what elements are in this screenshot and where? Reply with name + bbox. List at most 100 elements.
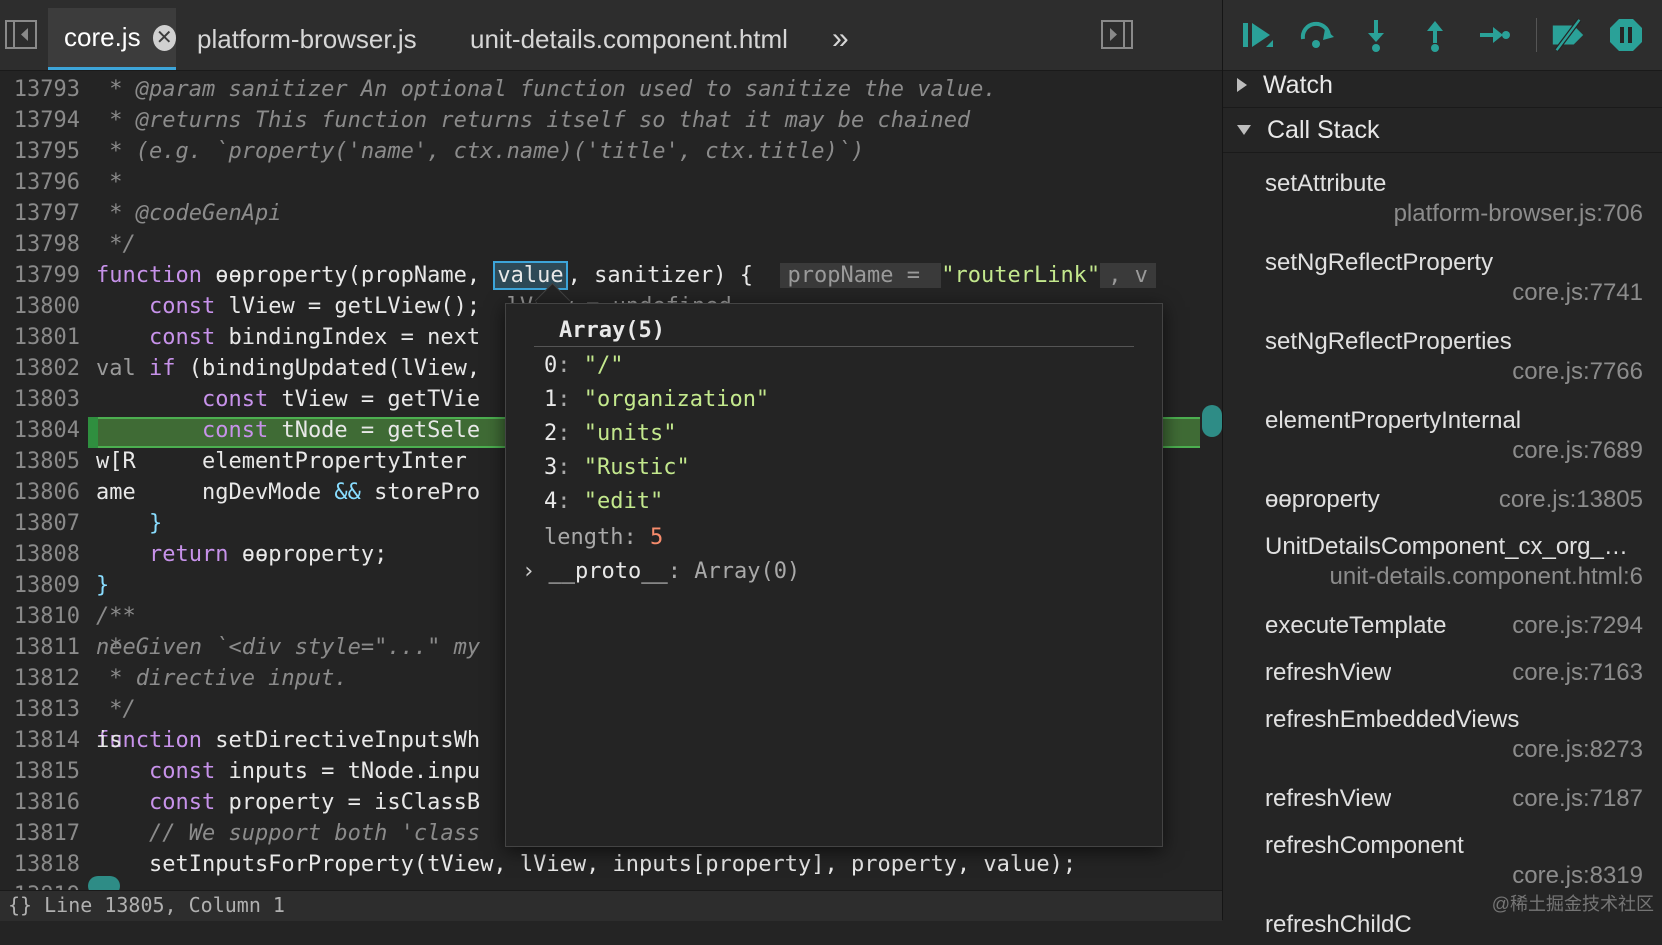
line-number[interactable]: 13816	[0, 787, 80, 818]
code-token: // We support both 'class	[96, 821, 481, 846]
length-value: 5	[649, 525, 664, 550]
line-number[interactable]: 13818	[0, 849, 80, 880]
proto-key: __proto__	[548, 559, 668, 584]
more-tabs-icon[interactable]: »	[832, 8, 849, 70]
code-line: function ɵɵproperty(propName, value, san…	[96, 260, 1156, 291]
array-item[interactable]: 3: "Rustic"	[544, 455, 690, 480]
length-row: length: 5	[544, 525, 664, 550]
array-item[interactable]: 0: "/"	[544, 353, 624, 378]
callstack-frame[interactable]: UnitDetailsComponent_cx_org_… unit-detail…	[1223, 523, 1662, 593]
tab-core-js[interactable]: core.js ✕	[48, 8, 176, 70]
line-number[interactable]: 13810	[0, 601, 80, 632]
array-value: "organization"	[583, 387, 770, 412]
line-number[interactable]: 13814	[0, 725, 80, 756]
popover-title: Array(5)	[559, 318, 665, 343]
callstack-frame[interactable]: refreshView core.js:7163	[1223, 649, 1662, 693]
proto-row[interactable]: › __proto__: Array(0)	[522, 559, 800, 584]
callstack-frame[interactable]: ɵɵproperty core.js:13805	[1223, 476, 1662, 520]
line-number[interactable]: 13793	[0, 74, 80, 105]
vertical-scrollbar-thumb[interactable]	[1202, 405, 1222, 437]
expand-chevron-icon[interactable]: ›	[522, 559, 535, 584]
callstack-frame[interactable]: refreshEmbeddedViews core.js:8273	[1223, 696, 1662, 766]
step-icon[interactable]	[1475, 16, 1513, 54]
code-token: tView = getTVie	[268, 387, 481, 412]
popover-divider	[534, 346, 1134, 347]
line-number[interactable]: 13803	[0, 384, 80, 415]
array-item[interactable]: 2: "units"	[544, 421, 676, 446]
code-token: tNode = getSele	[268, 418, 481, 443]
line-number[interactable]: 13806	[0, 477, 80, 508]
line-number[interactable]: 13800	[0, 291, 80, 322]
code-token: *	[96, 170, 123, 195]
line-number[interactable]: 13807	[0, 508, 80, 539]
pause-on-exceptions-icon[interactable]	[1607, 16, 1645, 54]
callstack-frame[interactable]: setAttribute platform-browser.js:706	[1223, 160, 1662, 230]
array-item[interactable]: 1: "organization"	[544, 387, 769, 412]
line-number[interactable]: 13795	[0, 136, 80, 167]
code-token: property = isClassB	[215, 790, 481, 815]
array-item[interactable]: 4: "edit"	[544, 489, 663, 514]
callstack-frame[interactable]: executeTemplate core.js:7294	[1223, 602, 1662, 646]
toggle-navigator-icon[interactable]	[4, 18, 40, 52]
line-number[interactable]: 13802	[0, 353, 80, 384]
tab-unit-details-component-html[interactable]: unit-details.component.html	[470, 8, 788, 70]
line-number[interactable]: 13798	[0, 229, 80, 260]
line-number[interactable]: 13811	[0, 632, 80, 663]
line-number[interactable]: 13796	[0, 167, 80, 198]
watch-section-header[interactable]: Watch	[1223, 63, 1662, 108]
line-number[interactable]: 13799	[0, 260, 80, 291]
line-number[interactable]: 13794	[0, 105, 80, 136]
close-icon[interactable]: ✕	[152, 24, 176, 51]
code-token: , sanitizer) {	[567, 263, 780, 288]
code-token: * @returns This function returns itself …	[96, 108, 971, 133]
step-over-icon[interactable]	[1298, 16, 1336, 54]
callstack-frame[interactable]: elementPropertyInternal core.js:7689	[1223, 397, 1662, 467]
line-number[interactable]: 13805	[0, 446, 80, 477]
code-token: , v	[1100, 263, 1156, 288]
line-number[interactable]: 13817	[0, 818, 80, 849]
deactivate-breakpoints-icon[interactable]	[1549, 16, 1587, 54]
step-into-icon[interactable]	[1357, 16, 1395, 54]
line-number[interactable]: 13797	[0, 198, 80, 229]
array-value: "units"	[583, 421, 677, 446]
line-number[interactable]: 13813	[0, 694, 80, 725]
code-line: *	[96, 167, 123, 198]
frame-location: platform-browser.js:706	[1393, 200, 1643, 227]
callstack-frame[interactable]: setNgReflectProperties core.js:7766	[1223, 318, 1662, 388]
line-number[interactable]: 13812	[0, 663, 80, 694]
code-token: }	[96, 511, 163, 536]
line-number[interactable]: 13815	[0, 756, 80, 787]
code-token: const	[148, 325, 216, 350]
code-token: return	[148, 542, 229, 567]
code-token: * @param sanitizer An optional function …	[96, 77, 997, 102]
array-index: 2	[544, 421, 558, 446]
line-number[interactable]: 13809	[0, 570, 80, 601]
code-token: propName =	[779, 263, 942, 288]
code-line: * @returns This function returns itself …	[96, 105, 970, 136]
toggle-debugger-icon[interactable]	[1100, 18, 1136, 52]
expanded-triangle-icon	[1237, 125, 1251, 135]
array-index: 1	[544, 387, 558, 412]
code-token: const	[148, 790, 216, 815]
code-token: */	[96, 232, 136, 257]
callstack-frame[interactable]: refreshComponent core.js:8319	[1223, 822, 1662, 892]
code-token: const	[201, 418, 269, 443]
code-line: * @param sanitizer An optional function …	[96, 74, 997, 105]
callstack-label: Call Stack	[1267, 115, 1380, 144]
line-number[interactable]: 13804	[0, 415, 80, 446]
callstack-frame[interactable]: refreshView core.js:7187	[1223, 775, 1662, 819]
code-token: */	[96, 697, 136, 722]
frame-function-name: UnitDetailsComponent_cx_org_…	[1265, 533, 1628, 560]
step-out-icon[interactable]	[1416, 16, 1454, 54]
tab-label: core.js	[64, 22, 141, 52]
callstack-frame[interactable]: setNgReflectProperty core.js:7741	[1223, 239, 1662, 309]
tab-platform-browser-js[interactable]: platform-browser.js	[197, 8, 417, 70]
line-number[interactable]: 13808	[0, 539, 80, 570]
line-number[interactable]: 13801	[0, 322, 80, 353]
callstack-section-header[interactable]: Call Stack	[1223, 108, 1662, 153]
proto-value: Array(0)	[694, 559, 801, 584]
resume-icon[interactable]	[1239, 16, 1277, 54]
